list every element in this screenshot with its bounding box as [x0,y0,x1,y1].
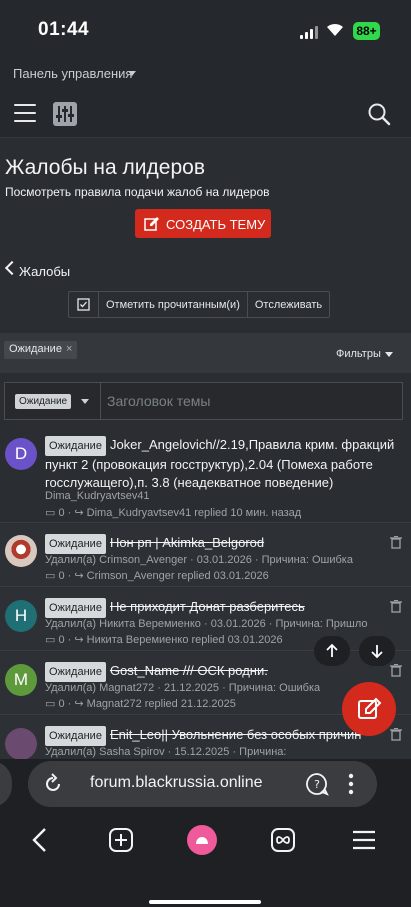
thread-item[interactable]: D Ожидание Joker_Angelovich//2.19,Правила… [0,429,411,523]
deleted-info: Удалил(а) Crimson_Avenger · 03.01.2026 ·… [45,554,353,566]
menu-icon[interactable] [352,830,376,850]
arrow-up-icon [326,643,338,657]
previous-tab-preview[interactable] [0,761,12,807]
sliders-icon[interactable] [53,102,77,126]
title-filter-input[interactable]: Заголовок темы [107,393,210,409]
thread-title[interactable]: Ожидание Не приходит Донат разберитесь [45,598,400,618]
filters-label: Фильтры [336,348,381,360]
chevron-down-icon [81,399,89,404]
thread-stats: ▭ 0 · ↪ Crimson_Avenger replied 03.01.20… [45,570,269,582]
replies-icon: ▭ [45,698,56,710]
thread-stats: ▭ 0 · ↪ Dima_Kudryavtsev41 replied 10 ми… [45,507,302,519]
create-thread-label: СОЗДАТЬ ТЕМУ [166,217,266,232]
top-navigation [0,90,411,138]
avatar[interactable]: D [5,438,37,470]
signal-icon [300,26,318,39]
avatar[interactable] [5,535,37,567]
browser-chrome: forum.blackrussia.online ? [0,759,411,907]
deleted-info: Удалил(а) Никита Веремиенко · 03.01.2026… [45,618,368,630]
clock: 01:44 [38,19,90,40]
prefix-select[interactable]: Ожидание [5,383,101,419]
svg-text:?: ? [314,778,320,791]
last-reply-icon: ↪ [74,507,84,519]
menu-icon[interactable] [14,104,36,122]
alice-assistant-icon[interactable] [186,824,218,856]
edit-icon [358,697,382,719]
status-badge: Ожидание [45,598,106,618]
tabs-icon[interactable] [270,827,296,853]
thread-stats: ▭ 0 · ↪ Magnat272 replied 21.12.2025 [45,698,236,710]
watch-button[interactable]: Отслеживать [246,292,329,317]
rules-link[interactable]: Посмотреть правила подачи жалоб на лидер… [5,185,270,199]
deleted-info: Удалил(а) Sasha Spirov · 15.12.2025 · Пр… [45,746,287,758]
thread-title[interactable]: Ожидание Joker_Angelovich//2.19,Правила к… [45,436,400,492]
status-badge: Ожидание [45,534,106,554]
thread-filter-row: Ожидание Заголовок темы [4,382,403,420]
filter-chip-label: Ожидание [9,343,62,355]
replies-icon: ▭ [45,507,56,519]
trash-icon[interactable] [390,536,402,549]
home-indicator [149,900,261,904]
replies-icon: ▭ [45,634,56,646]
wifi-icon [327,23,343,36]
forum-app: 01:44 88+ Панель управления Жалобы на ли… [0,0,411,907]
chevron-down-icon [384,351,393,357]
last-reply-icon: ↪ [74,634,84,646]
deleted-info: Удалил(а) Magnat272 · 21.12.2025 · Причи… [45,682,321,694]
thread-author[interactable]: Dima_Kudryavtsev41 [45,490,150,502]
last-reply-icon: ↪ [74,570,84,582]
dashboard-menu[interactable]: Панель управления [0,56,411,90]
thread-title[interactable]: Ожидание Нон рп | Akimka_Belgorod [45,534,400,554]
breadcrumb-label: Жалобы [19,264,71,279]
more-vert-icon[interactable] [348,773,354,795]
create-thread-button[interactable]: СОЗДАТЬ ТЕМУ [135,209,271,238]
remove-filter-icon[interactable]: × [66,343,72,355]
thread-item[interactable]: Ожидание Нон рп | Akimka_Belgorod Удалил(… [0,524,411,587]
replies-icon: ▭ [45,570,56,582]
checkbox-icon [77,298,90,311]
select-all-checkbox[interactable] [69,292,98,317]
reload-icon[interactable] [42,773,64,795]
new-tab-icon[interactable] [108,827,134,853]
arrow-down-icon [371,645,383,659]
status-badge: Ожидание [45,726,106,746]
url-text[interactable]: forum.blackrussia.online [90,774,263,792]
scroll-down-button[interactable] [359,636,395,666]
new-thread-fab[interactable] [342,682,396,736]
status-badge: Ожидание [45,436,106,456]
assistant-icon[interactable]: ? [305,772,329,796]
dashboard-label: Панель управления [13,66,133,81]
prefix-value: Ожидание [15,394,72,409]
avatar[interactable] [5,728,37,759]
thread-actions: Отметить прочитанным(и) Отслеживать [68,291,331,318]
active-filter-chip[interactable]: Ожидание × [4,341,78,359]
page-title: Жалобы на лидеров [5,156,205,179]
thread-stats: ▭ 0 · ↪ Никита Веремиенко replied 03.01.… [45,634,283,646]
filters-dropdown[interactable]: Фильтры [336,348,393,360]
avatar[interactable]: M [5,664,37,696]
status-bar: 01:44 88+ [0,0,411,56]
avatar[interactable]: H [5,600,37,632]
battery-indicator: 88+ [353,22,380,40]
edit-icon [144,217,159,231]
filter-bar: Ожидание × Фильтры [0,333,411,373]
chevron-left-icon [4,260,20,276]
address-bar[interactable]: forum.blackrussia.online ? [28,761,377,807]
chevron-down-icon [128,71,136,76]
back-arrow-icon[interactable] [30,827,50,853]
status-badge: Ожидание [45,662,106,682]
search-icon[interactable] [367,102,391,126]
trash-icon[interactable] [390,600,402,613]
scroll-up-button[interactable] [314,636,350,666]
last-reply-icon: ↪ [74,698,84,710]
mark-read-button[interactable]: Отметить прочитанным(и) [98,292,247,317]
